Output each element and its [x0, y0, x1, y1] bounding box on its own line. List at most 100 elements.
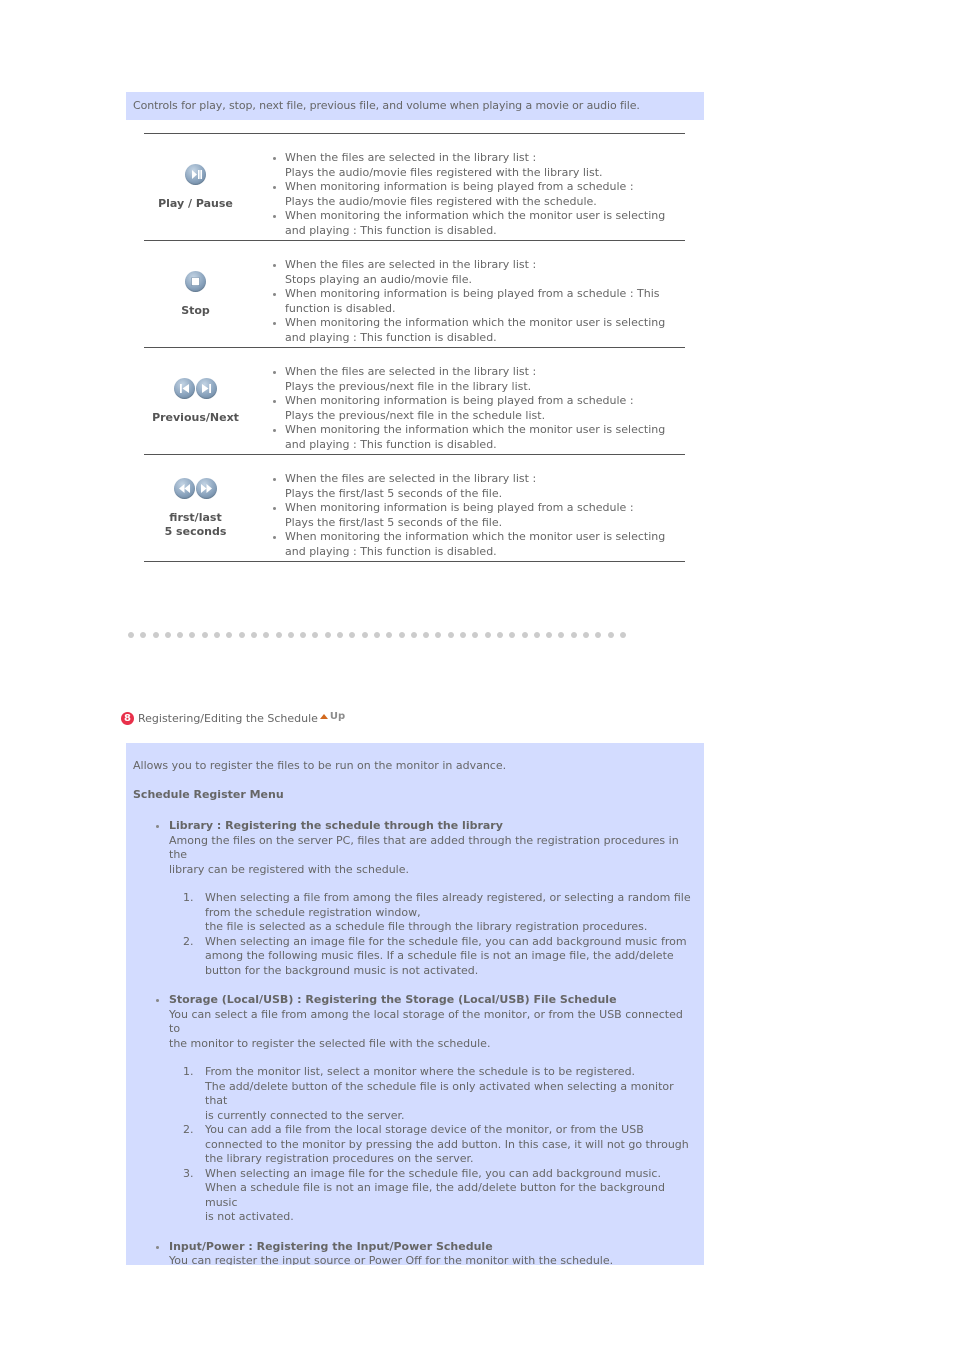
control-icon-cell: Stop: [144, 241, 247, 348]
description-line: You can register the input source or Pow…: [169, 1254, 614, 1265]
separator-dot: [287, 632, 294, 638]
schedule-item-title: Input/Power : Registering the Input/Powe…: [169, 1239, 493, 1253]
schedule-menu-list: Library : Registering the schedule throu…: [133, 819, 697, 1265]
separator-dot: [177, 632, 184, 638]
step-line: You can add a file from the local storag…: [205, 1123, 644, 1136]
up-label: Up: [329, 710, 346, 722]
separator-dot: [607, 632, 614, 638]
step-line: button for the background music is not a…: [205, 963, 479, 977]
separator-dot: [472, 632, 479, 638]
separator-dot: [373, 632, 380, 638]
bullet-line: When the files are selected in the libra…: [285, 365, 537, 378]
separator-dot: [558, 632, 565, 638]
bullet-item: When the files are selected in the libra…: [273, 472, 685, 501]
schedule-item-description: You can select a file from among the loc…: [169, 1008, 697, 1052]
play-pause-button-glyph: [185, 163, 206, 185]
step-item: 3. When selecting an image file for the s…: [183, 1166, 697, 1225]
separator-dot: [312, 632, 319, 638]
control-icon-cell: first/last 5 seconds: [144, 455, 247, 562]
step-line: is currently connected to the server.: [205, 1108, 405, 1122]
control-row: first/last 5 seconds When the files are se…: [144, 455, 685, 562]
separator-dot: [361, 632, 368, 638]
separator-dot: [582, 632, 589, 638]
step-number: 2.: [183, 934, 194, 948]
bullet-line: Plays the previous/next file in the libr…: [285, 379, 532, 393]
control-label-line: Previous/Next: [152, 410, 239, 424]
bullet-line: When monitoring information is being pla…: [285, 501, 634, 514]
bullet-line: and playing : This function is disabled.: [285, 330, 497, 344]
separator-dot: [460, 632, 467, 638]
separator-dot: [164, 632, 171, 638]
control-icon-cell: Previous/Next: [144, 348, 247, 455]
schedule-menu-title: Schedule Register Menu: [133, 787, 284, 801]
step-item: 2. When selecting an image file for the s…: [183, 934, 697, 979]
schedule-menu-item: Library : Registering the schedule throu…: [156, 819, 697, 978]
control-label: Stop: [144, 304, 247, 318]
previous-next-icon: [144, 377, 247, 400]
intro-box: Controls for play, stop, next file, prev…: [126, 92, 704, 120]
control-description-cell: When the files are selected in the libra…: [247, 241, 685, 348]
bullet-line: When the files are selected in the libra…: [285, 151, 537, 164]
separator-dot: [128, 632, 134, 638]
step-line: The add/delete button of the schedule fi…: [205, 1079, 674, 1108]
bullet-item: When the files are selected in the libra…: [273, 151, 685, 180]
bullet-line: When monitoring the information which th…: [285, 423, 666, 436]
section-number-badge: 8: [121, 711, 134, 725]
previous-next-button-glyph: [174, 377, 195, 399]
step-line: the file is selected as a schedule file …: [205, 920, 648, 933]
control-bullets: When the files are selected in the libra…: [247, 472, 685, 559]
step-item: 2. You can add a file from the local stor…: [183, 1123, 697, 1167]
bullet-line: When the files are selected in the libra…: [285, 472, 537, 485]
separator-dot: [398, 632, 405, 638]
step-line: connected to the monitor by pressing the…: [205, 1137, 689, 1151]
separator-dot: [546, 632, 553, 638]
intro-text: Controls for play, stop, next file, prev…: [133, 99, 640, 112]
step-line: When selecting an image file for the sch…: [205, 934, 687, 948]
bullet-item: When monitoring information is being pla…: [273, 394, 685, 423]
separator-dot: [447, 632, 454, 638]
bullet-item: When monitoring information is being pla…: [273, 501, 685, 530]
bullet-line: When monitoring information is being pla…: [285, 287, 660, 300]
control-row: Previous/Next When the files are selected…: [144, 348, 685, 455]
rewind-forward-button-glyph: [196, 477, 217, 499]
step-line: is not activated.: [205, 1210, 294, 1223]
bullet-item: When monitoring the information which th…: [273, 316, 685, 345]
step-item: 1. When selecting a file from among the f…: [183, 891, 697, 935]
description-line: You can select a file from among the loc…: [169, 1007, 683, 1036]
up-link[interactable]: Up: [319, 710, 346, 722]
control-row: Stop When the files are selected in the l…: [144, 241, 685, 348]
control-bullets: When the files are selected in the libra…: [247, 151, 685, 238]
rewind-forward-button-glyph: [174, 477, 195, 499]
bullet-line: When the files are selected in the libra…: [285, 258, 537, 271]
separator-dot: [337, 632, 344, 638]
separator-dot: [435, 632, 442, 638]
schedule-item-title: Library : Registering the schedule throu…: [169, 819, 503, 832]
separator-dot: [275, 632, 282, 638]
step-line: the library registration procedures on t…: [205, 1152, 474, 1165]
control-label: Previous/Next: [144, 411, 247, 425]
control-label-line: first/last: [169, 510, 222, 524]
separator-dot: [226, 632, 233, 638]
step-number: 1.: [183, 1065, 194, 1078]
bullet-line: When monitoring the information which th…: [285, 530, 666, 543]
bullet-line: and playing : This function is disabled.: [285, 544, 497, 558]
control-icon-cell: Play / Pause: [144, 134, 247, 241]
step-line: When selecting an image file for the sch…: [205, 1166, 661, 1180]
rewind-forward-icon: [144, 477, 247, 500]
bullet-line: function is disabled.: [285, 301, 396, 315]
bullet-line: When monitoring the information which th…: [285, 209, 666, 222]
bullet-line: Plays the previous/next file in the sche…: [285, 408, 546, 422]
description-line: Among the files on the server PC, files …: [169, 833, 679, 862]
control-bullets: When the files are selected in the libra…: [247, 258, 685, 345]
stop-icon: [144, 270, 247, 293]
schedule-steps: 1. When selecting a file from among the f…: [169, 891, 697, 978]
schedule-item-description: Among the files on the server PC, files …: [169, 834, 697, 878]
description-line: library can be registered with the sched…: [169, 862, 409, 876]
control-bullets: When the files are selected in the libra…: [247, 365, 685, 452]
separator-dot: [201, 632, 208, 638]
separator-dot: [619, 632, 626, 638]
step-number: 2.: [183, 1123, 194, 1136]
bullet-line: Stops playing an audio/movie file.: [285, 272, 472, 286]
bullet-line: When monitoring information is being pla…: [285, 394, 634, 407]
separator-dot: [570, 632, 577, 638]
